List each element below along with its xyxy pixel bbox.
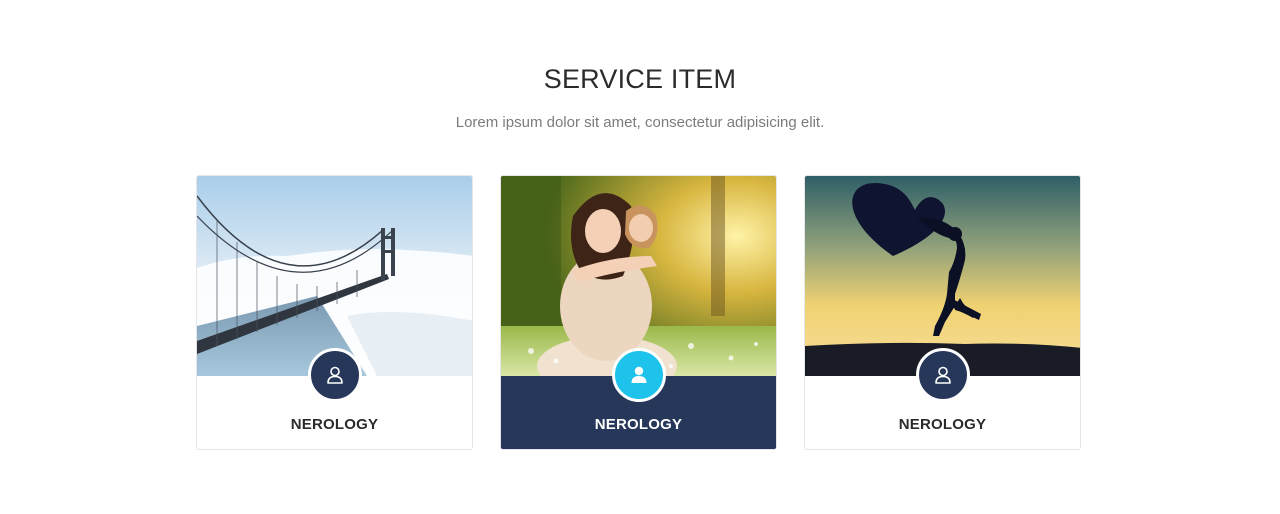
user-icon xyxy=(934,366,951,384)
card-title: NEROLOGY xyxy=(290,416,379,433)
user-icon xyxy=(326,366,343,384)
user-icon-badge xyxy=(307,348,362,402)
bridge-in-fog-photo xyxy=(197,176,472,376)
card-title: NEROLOGY xyxy=(594,416,683,433)
section-title: SERVICE ITEM xyxy=(543,64,737,94)
service-card-2[interactable]: NEROLOGY xyxy=(500,175,777,450)
service-card-3[interactable]: NEROLOGY xyxy=(804,175,1081,450)
section-subtitle: Lorem ipsum dolor sit amet, consectetur … xyxy=(455,114,825,131)
card-title: NEROLOGY xyxy=(898,416,987,433)
service-section: SERVICE ITEM Lorem ipsum dolor sit amet,… xyxy=(0,0,1280,514)
mother-and-daughter-photo xyxy=(501,176,776,376)
service-card-1[interactable]: NEROLOGY xyxy=(196,175,473,450)
user-icon-badge xyxy=(915,348,970,402)
heart-silhouette-sunset-photo xyxy=(805,176,1080,376)
user-icon xyxy=(631,366,646,383)
user-icon-badge xyxy=(611,348,666,402)
